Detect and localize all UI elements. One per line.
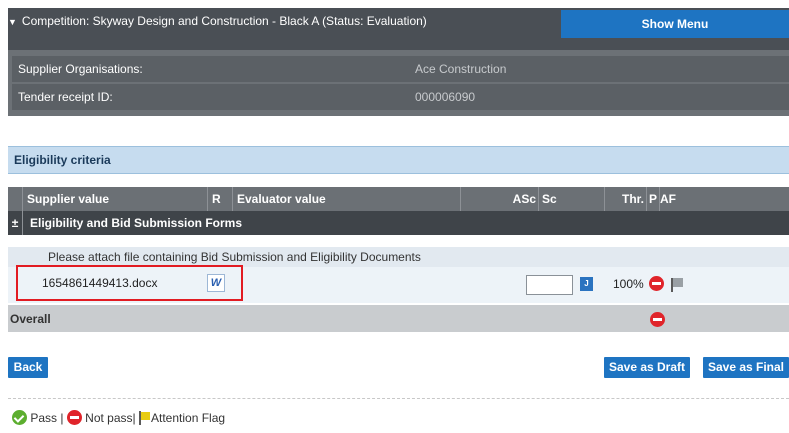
not-pass-icon (649, 276, 664, 291)
score-input[interactable] (526, 275, 573, 295)
attention-flag-icon[interactable] (671, 278, 685, 292)
col-supplier-value: Supplier value (23, 187, 208, 211)
save-as-final-button[interactable]: Save as Final (703, 357, 789, 378)
info-label: Supplier Organisations: (12, 56, 403, 82)
pass-icon (12, 410, 27, 426)
back-button[interactable]: Back (8, 357, 48, 378)
legend: Pass | Not pass| Attention Flag (12, 410, 225, 426)
section-title: Eligibility criteria (14, 153, 111, 167)
info-label: Tender receipt ID: (12, 84, 403, 110)
info-value: Ace Construction (403, 56, 789, 82)
score-picker-button[interactable]: J (580, 277, 593, 291)
info-row-tender-receipt: Tender receipt ID: 000006090 (12, 84, 789, 110)
attention-flag-icon (139, 410, 151, 425)
legend-pass-label: Pass | (30, 410, 64, 425)
criteria-group-label: Eligibility and Bid Submission Forms (30, 216, 243, 230)
tender-info-panel: Supplier Organisations: Ace Construction… (8, 50, 789, 116)
col-thr: Thr. (605, 187, 647, 211)
col-sc: Sc (539, 187, 605, 211)
competition-title-text: Competition: Skyway Design and Construct… (21, 14, 427, 28)
show-menu-button[interactable]: Show Menu (561, 10, 789, 38)
table-header: Supplier value R Evaluator value ASc Sc … (8, 187, 789, 211)
overall-not-pass-icon (650, 312, 665, 327)
col-r: R (208, 187, 233, 211)
criterion-question: Please attach file containing Bid Submis… (48, 250, 421, 264)
expand-collapse-toggle[interactable]: ± (8, 211, 23, 235)
highlight-box (16, 265, 243, 301)
save-as-draft-button[interactable]: Save as Draft (604, 357, 690, 378)
legend-attention-label: Attention Flag (151, 410, 226, 425)
overall-label: Overall (10, 312, 51, 326)
col-af: AF (660, 192, 676, 206)
overall-row: Overall (8, 305, 789, 332)
criteria-group-row: ± Eligibility and Bid Submission Forms (8, 211, 789, 235)
chevron-down-icon: ▼ (8, 17, 17, 27)
col-evaluator-value: Evaluator value (233, 187, 461, 211)
info-value: 000006090 (403, 84, 789, 110)
col-spacer (8, 187, 23, 211)
legend-not-pass-label: Not pass| (85, 410, 136, 425)
criterion-question-row: Please attach file containing Bid Submis… (8, 247, 789, 267)
competition-title[interactable]: ▼ Competition: Skyway Design and Construc… (8, 14, 427, 28)
info-row-supplier: Supplier Organisations: Ace Construction (12, 56, 789, 82)
not-pass-icon (66, 410, 82, 426)
col-asc: ASc (461, 187, 539, 211)
flag-cloth (673, 278, 683, 287)
divider (8, 398, 789, 399)
col-p: P (647, 187, 660, 211)
threshold-value: 100% (613, 277, 644, 291)
section-header: Eligibility criteria (8, 146, 789, 174)
